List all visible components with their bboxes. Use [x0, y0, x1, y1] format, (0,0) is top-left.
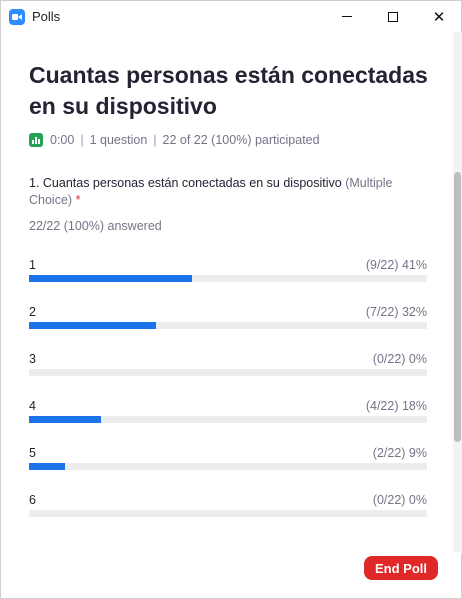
close-icon: ✕: [432, 7, 446, 26]
poll-option: 3 (0/22) 0%: [29, 352, 427, 376]
option-result: (0/22) 0%: [372, 493, 427, 507]
end-poll-button[interactable]: End Poll: [364, 556, 438, 580]
title-bar[interactable]: Polls ✕: [1, 1, 461, 32]
option-result: (4/22) 18%: [365, 399, 427, 413]
option-progress-track: [29, 322, 427, 329]
minimize-button[interactable]: [324, 1, 370, 32]
participation-count: 22 of 22 (100%) participated: [162, 133, 320, 147]
poll-option: 2 (7/22) 32%: [29, 305, 427, 329]
minimize-icon: [342, 16, 352, 17]
option-label: 1: [29, 258, 36, 272]
option-progress-track: [29, 416, 427, 423]
poll-results-panel: Cuantas personas están conectadas en su …: [1, 32, 453, 552]
close-button[interactable]: ✕: [416, 1, 462, 32]
poll-meta: 0:00 | 1 question | 22 of 22 (100%) part…: [29, 132, 320, 148]
maximize-icon: [388, 11, 398, 22]
option-progress-fill: [29, 463, 65, 470]
option-result: (2/22) 9%: [372, 446, 427, 460]
window-title: Polls: [32, 9, 61, 24]
option-result: (9/22) 41%: [365, 258, 427, 272]
poll-results-icon: [29, 133, 43, 147]
option-progress-track: [29, 275, 427, 282]
required-mark: *: [75, 193, 81, 207]
option-label: 4: [29, 399, 36, 413]
option-label: 3: [29, 352, 36, 366]
option-progress-track: [29, 369, 427, 376]
meta-separator: |: [80, 133, 84, 147]
poll-elapsed-time: 0:00: [50, 133, 75, 147]
option-progress-track: [29, 510, 427, 517]
option-label: 6: [29, 493, 36, 507]
option-progress-fill: [29, 322, 157, 329]
poll-option: 1 (9/22) 41%: [29, 258, 427, 282]
option-progress-fill: [29, 416, 101, 423]
poll-option: 5 (2/22) 9%: [29, 446, 427, 470]
question-text: 1. Cuantas personas están conectadas en …: [29, 175, 434, 209]
option-progress-track: [29, 463, 427, 470]
vertical-scrollbar[interactable]: [453, 32, 462, 554]
poll-footer: End Poll: [1, 552, 461, 598]
option-label: 5: [29, 446, 36, 460]
maximize-button[interactable]: [370, 1, 416, 32]
meta-separator: |: [153, 133, 157, 147]
option-result: (0/22) 0%: [372, 352, 427, 366]
option-label: 2: [29, 305, 36, 319]
scrollbar-thumb[interactable]: [454, 172, 461, 442]
option-progress-fill: [29, 275, 193, 282]
poll-option: 6 (0/22) 0%: [29, 493, 427, 517]
polls-window: Polls ✕ Cuantas personas están conectada…: [0, 0, 462, 599]
zoom-camera-icon: [9, 9, 25, 25]
question-label: 1. Cuantas personas están conectadas en …: [29, 176, 342, 190]
question-count: 1 question: [89, 133, 148, 147]
poll-title: Cuantas personas están conectadas en su …: [29, 62, 428, 119]
option-result: (7/22) 32%: [365, 305, 427, 319]
poll-option: 4 (4/22) 18%: [29, 399, 427, 423]
answered-count: 22/22 (100%) answered: [29, 219, 162, 233]
